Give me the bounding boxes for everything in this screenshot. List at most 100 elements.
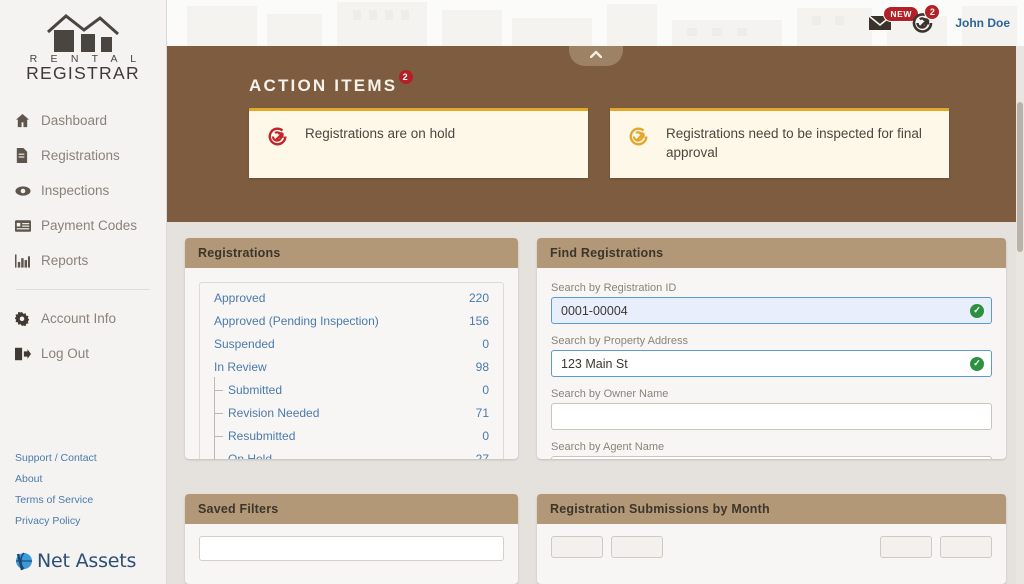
sidebar-footer-links: Support / Contact About Terms of Service… [15, 452, 97, 536]
chart-control-button[interactable] [551, 536, 603, 558]
net-assets-text: Net Assets [37, 550, 137, 572]
messages-button[interactable]: NEW [869, 6, 919, 31]
registration-status-row[interactable]: Revision Needed 71 [200, 399, 503, 428]
net-assets-logo[interactable]: Net Assets [13, 550, 136, 572]
action-items-band: ACTION ITEMS2 Registrations are on hold [167, 46, 1024, 222]
find-registrations-form: Search by Registration ID ✓ Search by Pr… [537, 268, 1006, 459]
logout-icon [15, 347, 41, 361]
registration-status-row[interactable]: On Hold 27 [200, 445, 503, 460]
search-agent-name-input[interactable] [551, 456, 992, 459]
footer-link-privacy[interactable]: Privacy Policy [15, 515, 97, 527]
registrations-status-list: Approved 220 Approved (Pending Inspectio… [199, 282, 504, 459]
action-items-title-text: ACTION ITEMS [249, 76, 398, 95]
registration-status-row[interactable]: In Review 98 [200, 355, 503, 378]
status-count: 27 [475, 451, 489, 460]
gear-icon [15, 311, 41, 326]
sidebar-label-account-info: Account Info [41, 311, 117, 326]
field-registration-id: Search by Registration ID ✓ [551, 282, 992, 324]
net-assets-globe-icon [16, 552, 32, 571]
status-count: 156 [468, 313, 489, 328]
action-items-list: Registrations are on hold Registrations … [167, 96, 1024, 179]
chart-controls [551, 536, 992, 558]
logo-text-registrar: REGISTRAR [26, 63, 140, 83]
field-owner-name: Search by Owner Name [551, 388, 992, 430]
footer-link-terms[interactable]: Terms of Service [15, 494, 97, 506]
sidebar-label-registrations: Registrations [41, 148, 120, 163]
valid-check-icon: ✓ [970, 303, 984, 318]
user-menu[interactable]: John Doe [955, 16, 1010, 30]
sidebar-item-inspections[interactable]: Inspections [0, 173, 166, 208]
status-label: On Hold [214, 445, 272, 459]
swirl-arrow-icon [628, 125, 652, 152]
field-agent-name: Search by Agent Name [551, 441, 992, 459]
sidebar-item-log-out[interactable]: Log Out [0, 336, 166, 371]
sidebar-label-reports: Reports [41, 253, 89, 268]
eye-icon [15, 185, 41, 197]
registrations-panel: Registrations Approved 220 Approved (Pen… [185, 238, 518, 459]
registrations-panel-body: Approved 220 Approved (Pending Inspectio… [185, 268, 518, 459]
registration-status-row[interactable]: Resubmitted 0 [200, 422, 503, 451]
sidebar-item-registrations[interactable]: Registrations [0, 138, 166, 173]
document-icon [15, 148, 41, 163]
label-agent-name: Search by Agent Name [551, 441, 665, 453]
sidebar-label-inspections: Inspections [41, 183, 110, 198]
saved-filters-panel: Saved Filters [185, 494, 518, 584]
sidebar-divider [16, 289, 150, 290]
payment-card-icon [15, 219, 41, 232]
status-label: In Review [214, 359, 267, 374]
sidebar-label-dashboard: Dashboard [41, 113, 108, 128]
chart-control-button[interactable] [880, 536, 932, 558]
status-label: Submitted [214, 376, 282, 405]
chart-control-button[interactable] [940, 536, 992, 558]
label-registration-id: Search by Registration ID [551, 282, 677, 294]
dashboard-panels: Registrations Approved 220 Approved (Pen… [167, 222, 1024, 584]
sidebar-item-reports[interactable]: Reports [0, 243, 166, 278]
status-count: 98 [475, 359, 489, 374]
saved-filters-panel-title: Saved Filters [185, 494, 518, 524]
footer-link-support[interactable]: Support / Contact [15, 452, 97, 464]
bar-chart-icon [15, 253, 41, 268]
status-count: 0 [482, 382, 489, 397]
action-items-count-badge: 2 [399, 70, 414, 84]
action-item-text: Registrations need to be inspected for f… [666, 126, 922, 160]
main-content: NEW 2 John Doe ACTION ITEMS 2 Registrati… [167, 0, 1024, 584]
swirl-arrow-icon [267, 125, 291, 152]
collapse-action-items-button[interactable] [568, 46, 623, 66]
chart-control-button[interactable] [611, 536, 663, 558]
action-item-card[interactable]: Registrations are on hold [249, 108, 588, 179]
label-property-address: Search by Property Address [551, 335, 688, 347]
registration-status-row[interactable]: Approved (Pending Inspection) 156 [200, 309, 503, 332]
sidebar-label-payment-codes: Payment Codes [41, 218, 138, 233]
home-icon [15, 113, 41, 128]
search-owner-name-input[interactable] [551, 403, 992, 430]
footer-link-about[interactable]: About [15, 473, 97, 485]
registration-status-row[interactable]: Suspended 0 [200, 332, 503, 355]
saved-filters-select[interactable] [199, 536, 504, 561]
submissions-chart-body [537, 524, 1006, 584]
search-registration-id-input[interactable] [551, 297, 992, 324]
action-item-card[interactable]: Registrations need to be inspected for f… [610, 108, 949, 179]
top-bar: NEW 2 John Doe [167, 0, 1024, 46]
status-label: Suspended [214, 336, 275, 351]
status-label: Approved (Pending Inspection) [214, 313, 379, 328]
sidebar-item-account-info[interactable]: Account Info [0, 301, 166, 336]
sidebar-item-payment-codes[interactable]: Payment Codes [0, 208, 166, 243]
registration-status-row[interactable]: Approved 220 [200, 286, 503, 309]
alerts-button[interactable]: 2 [911, 4, 941, 34]
status-count: 71 [475, 405, 489, 420]
rental-registrar-logo-icon [47, 14, 119, 52]
action-items-title: ACTION ITEMS 2 [167, 46, 414, 96]
status-label: Resubmitted [214, 422, 295, 451]
app-logo[interactable]: R E N T A L REGISTRAR [0, 0, 166, 88]
find-registrations-panel: Find Registrations Search by Registratio… [537, 238, 1006, 459]
dashboard-page: R E N T A L REGISTRAR Dashboard Registra… [0, 0, 1024, 584]
chevron-up-icon [589, 50, 602, 58]
alerts-count-badge: 2 [924, 4, 941, 20]
registration-status-row[interactable]: Submitted 0 [200, 376, 503, 405]
main-navigation: Dashboard Registrations Inspections Paym… [0, 103, 166, 371]
page-scrollbar-track[interactable] [1016, 46, 1024, 584]
sidebar-item-dashboard[interactable]: Dashboard [0, 103, 166, 138]
page-scrollbar-thumb[interactable] [1017, 102, 1023, 252]
search-property-address-input[interactable] [551, 350, 992, 377]
saved-filters-body [185, 524, 518, 584]
